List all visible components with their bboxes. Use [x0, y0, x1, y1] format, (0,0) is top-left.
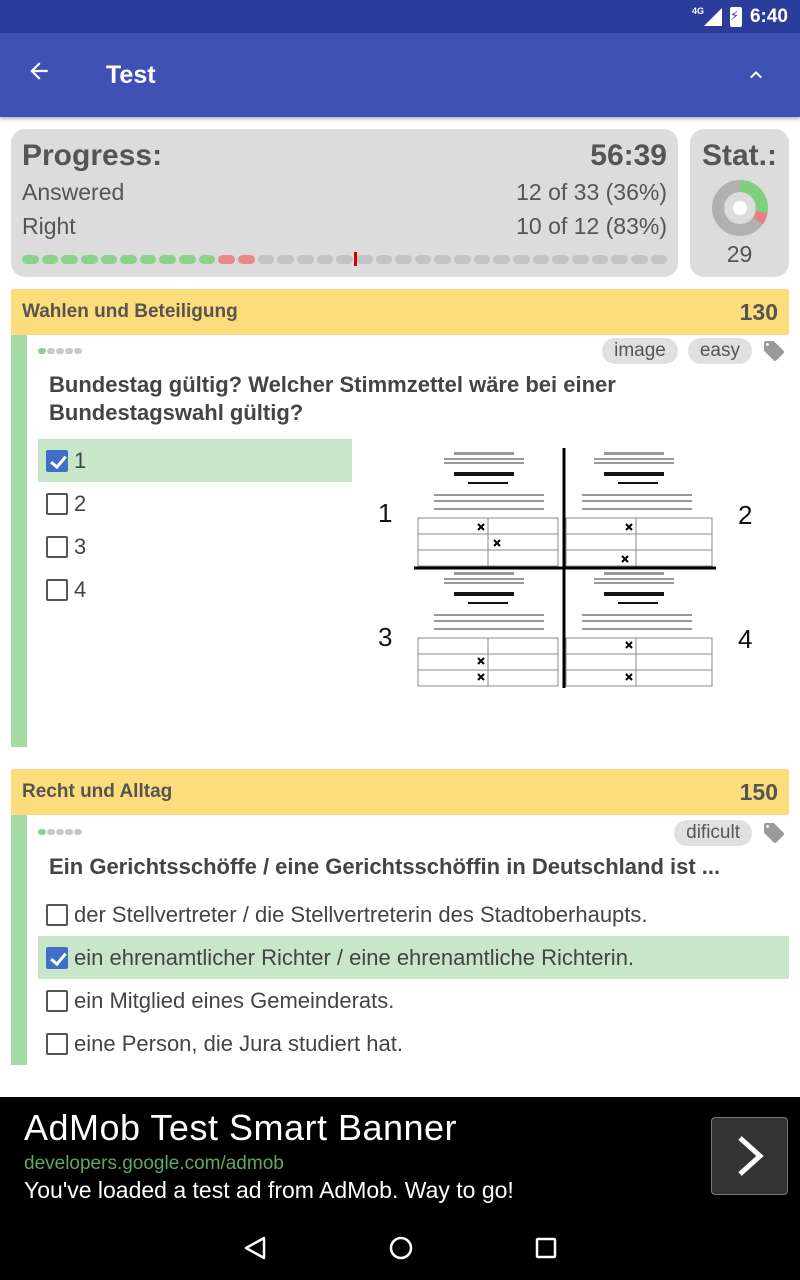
- ballot-grid: [414, 448, 716, 688]
- progress-card: Progress: 56:39 Answered 12 of 33 (36%) …: [11, 129, 678, 277]
- nav-back-icon[interactable]: [242, 1235, 268, 1266]
- progress-heading: Progress:: [22, 139, 163, 172]
- chevron-right-icon[interactable]: [711, 1117, 788, 1195]
- option-label: 2: [74, 490, 87, 516]
- ad-banner[interactable]: AdMob Test Smart Banner developers.googl…: [0, 1097, 800, 1220]
- system-nav-bar: [0, 1220, 800, 1280]
- checkbox[interactable]: [46, 989, 68, 1012]
- timer: 56:39: [590, 139, 667, 172]
- question-header: Recht und Alltag 150: [11, 769, 789, 815]
- right-value: 10 of 12 (83%): [516, 213, 667, 239]
- network-type: 4G: [691, 5, 704, 16]
- checkbox[interactable]: [46, 578, 68, 601]
- ballot-label: 3: [378, 622, 393, 652]
- stats-donut-chart: [711, 180, 768, 236]
- checkbox[interactable]: [46, 492, 68, 515]
- stats-heading: Stat.:: [702, 139, 777, 172]
- signal-icon: 4G: [692, 6, 722, 26]
- arrow-back-icon[interactable]: [26, 58, 82, 92]
- question-header: Wahlen und Beteiligung 130: [11, 289, 789, 335]
- progress-dots: [22, 252, 668, 266]
- answer-option[interactable]: ein ehrenamtlicher Richter / eine ehrena…: [38, 936, 789, 979]
- ad-description: You've loaded a test ad from AdMob. Way …: [24, 1177, 514, 1203]
- stats-value: 29: [726, 241, 753, 267]
- option-label: eine Person, die Jura studiert hat.: [74, 1030, 403, 1056]
- option-label: ein Mitglied eines Gemeinderats.: [74, 987, 395, 1013]
- ballot-image: 1 2 3 4: [372, 448, 762, 688]
- option-label: ein ehrenamtlicher Richter / eine ehrena…: [74, 944, 635, 970]
- answered-value: 12 of 33 (36%): [516, 179, 667, 205]
- difficulty-dots: [38, 348, 82, 354]
- question-number: 150: [739, 778, 778, 805]
- answer-status-bar: [11, 335, 27, 747]
- current-question-marker: [354, 252, 357, 266]
- tag-icon[interactable]: [762, 821, 786, 845]
- checkbox[interactable]: [46, 535, 68, 558]
- answer-option[interactable]: der Stellvertreter / die Stellvertreteri…: [38, 893, 789, 936]
- checkbox-checked[interactable]: [46, 449, 68, 472]
- answer-option[interactable]: 1: [38, 439, 352, 482]
- question-number: 130: [739, 298, 778, 325]
- right-label: Right: [22, 213, 76, 239]
- tag-chip[interactable]: easy: [687, 338, 752, 364]
- checkbox-checked[interactable]: [46, 946, 68, 969]
- answer-option[interactable]: 3: [38, 525, 352, 568]
- checkbox[interactable]: [46, 903, 68, 926]
- question-topic: Wahlen und Beteiligung: [22, 301, 238, 322]
- answer-option[interactable]: 2: [38, 482, 352, 525]
- answer-option[interactable]: ein Mitglied eines Gemeinderats.: [38, 979, 789, 1022]
- battery-icon: [729, 6, 742, 27]
- question-topic: Recht und Alltag: [22, 781, 173, 802]
- question-text: Bundestag gültig? Welcher Stimmzettel wä…: [49, 372, 616, 425]
- answer-status-bar: [11, 815, 27, 1065]
- ballot-label: 4: [738, 624, 753, 654]
- ad-title: AdMob Test Smart Banner: [24, 1107, 458, 1148]
- tag-icon[interactable]: [762, 339, 786, 363]
- ad-url[interactable]: developers.google.com/admob: [24, 1153, 776, 1175]
- tag-chip[interactable]: image: [602, 338, 678, 364]
- option-label: der Stellvertreter / die Stellvertreteri…: [74, 901, 648, 927]
- ballot-label: 1: [378, 498, 393, 528]
- option-label: 1: [74, 447, 87, 473]
- tag-chip[interactable]: dificult: [674, 820, 752, 846]
- answered-label: Answered: [22, 179, 125, 205]
- nav-home-icon[interactable]: [388, 1235, 414, 1266]
- checkbox[interactable]: [46, 1032, 68, 1055]
- nav-recents-icon[interactable]: [534, 1236, 558, 1265]
- clock: 6:40: [749, 5, 788, 27]
- option-label: 3: [74, 533, 87, 559]
- page-title: Test: [106, 60, 156, 89]
- tag-list: dificult: [674, 820, 786, 846]
- difficulty-dots: [38, 829, 82, 835]
- chevron-up-icon[interactable]: [744, 63, 768, 87]
- option-label: 4: [74, 576, 87, 602]
- stats-card[interactable]: Stat.: 29: [690, 129, 789, 277]
- tag-list: image easy: [602, 338, 786, 364]
- answer-option[interactable]: eine Person, die Jura studiert hat.: [38, 1022, 789, 1065]
- answer-option[interactable]: 4: [38, 568, 352, 611]
- question-text: Ein Gerichtsschöffe / eine Gerichtsschöf…: [49, 854, 721, 879]
- ballot-label: 2: [738, 500, 753, 530]
- status-bar: 4G 6:40: [0, 0, 800, 33]
- app-bar: Test: [0, 33, 800, 117]
